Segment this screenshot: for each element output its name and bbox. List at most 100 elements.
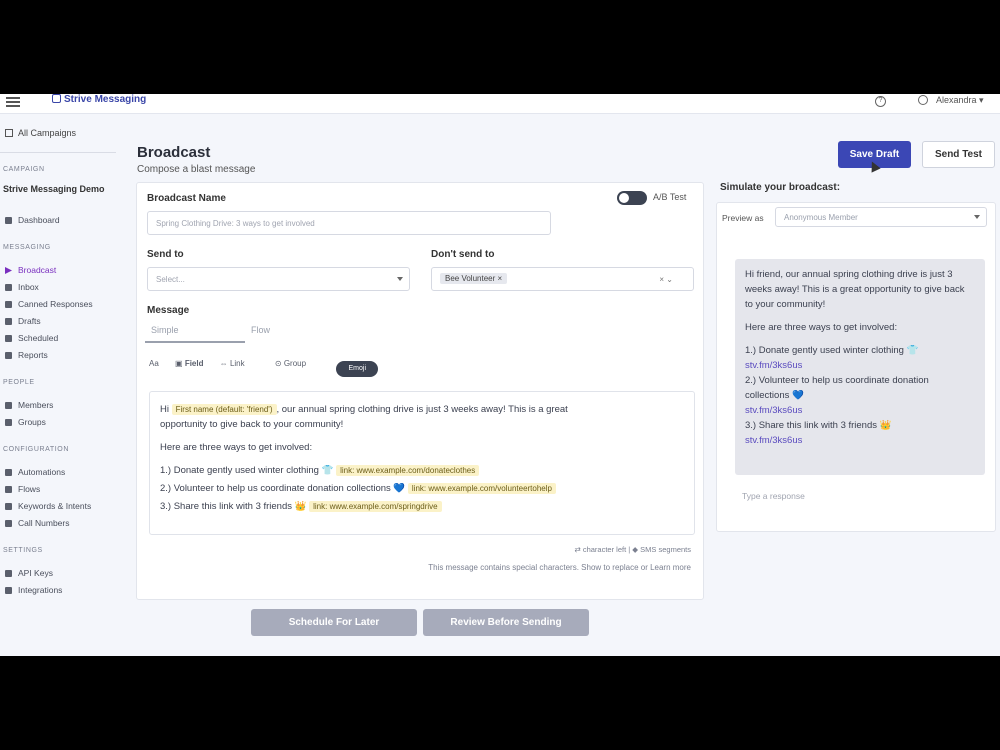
brand-icon (52, 94, 61, 103)
sidebar-item-label: Integrations (18, 585, 63, 595)
sidebar-item-label: Flows (18, 484, 41, 494)
field-button[interactable]: ▣ Field (175, 359, 203, 368)
message-line: 3.) Share this link with 3 friends 👑 lin… (160, 499, 684, 514)
ab-test-toggle[interactable] (617, 191, 647, 205)
preview-link[interactable]: stv.fm/3ks6us (745, 358, 975, 373)
simulate-title: Simulate your broadcast: (720, 182, 841, 193)
send-to-placeholder: Select... (156, 275, 185, 284)
hamburger-menu-icon[interactable] (6, 97, 20, 107)
canned-responses-icon (5, 301, 12, 308)
drafts-icon (5, 318, 12, 325)
active-tab-indicator (145, 341, 245, 343)
broadcast-form: Broadcast Name A/B Test Spring Clothing … (136, 182, 704, 600)
broadcast-name-input[interactable]: Spring Clothing Drive: 3 ways to get inv… (147, 211, 551, 235)
sidebar-item-api-keys[interactable]: API Keys (5, 568, 53, 578)
section-messaging: Messaging (3, 244, 51, 251)
clock-icon (5, 335, 12, 342)
top-bar: Strive Messaging ? Alexandra ▾ (0, 94, 1000, 114)
group-label: Group (283, 359, 307, 368)
user-name: Alexandra ▾ (936, 95, 984, 105)
sidebar-item-reports[interactable]: Reports (5, 350, 48, 360)
broadcast-name-label: Broadcast Name (147, 193, 226, 204)
exclusion-chip[interactable]: Bee Volunteer × (440, 273, 508, 284)
section-campaign: Campaign (3, 166, 45, 173)
merge-field-tag[interactable]: First name (default: 'friend') (171, 404, 277, 415)
dashboard-icon (5, 217, 12, 224)
message-tabs: Simple Flow (145, 321, 395, 343)
clear-icon[interactable]: × ⌄ (659, 275, 673, 284)
integrations-icon (5, 587, 12, 594)
phone-icon (5, 520, 12, 527)
dont-send-to-label: Don't send to (431, 249, 495, 260)
message-line: Here are three ways to get involved: (160, 442, 313, 453)
sidebar-item-drafts[interactable]: Drafts (5, 316, 41, 326)
sidebar-item-broadcast[interactable]: Broadcast (5, 265, 56, 275)
groups-icon (5, 419, 12, 426)
sidebar-item-label: Dashboard (18, 215, 60, 225)
all-campaigns-link[interactable]: All Campaigns (5, 128, 76, 138)
field-label: Field (184, 359, 204, 368)
sidebar-item-dashboard[interactable]: Dashboard (5, 215, 60, 225)
preview-item: 3.) Share this link with 3 friends 👑 (745, 420, 892, 431)
simulate-panel: Preview as Anonymous Member Hi friend, o… (716, 202, 996, 532)
send-to-label: Send to (147, 249, 184, 260)
brand-logo[interactable]: Strive Messaging (52, 94, 146, 105)
message-editor[interactable]: Hi First name (default: 'friend'), our a… (149, 391, 695, 535)
preview-as-value: Anonymous Member (784, 213, 858, 222)
preview-paragraph: Hi friend, our annual spring clothing dr… (745, 269, 965, 310)
preview-item: 1.) Donate gently used winter clothing 👕 (745, 345, 919, 356)
sidebar-item-label: Canned Responses (18, 299, 93, 309)
page-title: Broadcast (137, 144, 211, 161)
preview-paragraph: Here are three ways to get involved: (745, 322, 898, 333)
sidebar-item-members[interactable]: Members (5, 400, 53, 410)
preview-link[interactable]: stv.fm/3ks6us (745, 433, 975, 448)
user-menu[interactable]: Alexandra ▾ (918, 95, 984, 106)
link-tag[interactable]: link: www.example.com/volunteertohelp (407, 483, 556, 494)
campaign-name: Strive Messaging Demo (3, 184, 105, 194)
ab-test-label: A/B Test (653, 192, 687, 202)
preview-as-select[interactable]: Anonymous Member (775, 207, 987, 227)
preview-as-label: Preview as (722, 213, 764, 223)
dont-send-to-select[interactable]: Bee Volunteer × × ⌄ (431, 267, 694, 291)
link-button[interactable]: ⇔ Link (220, 359, 259, 368)
message-line: 2.) Volunteer to help us coordinate dona… (160, 481, 684, 496)
schedule-for-later-button[interactable]: Schedule For Later (251, 609, 417, 636)
emoji-toggle[interactable]: Emoji (336, 361, 379, 377)
sidebar-item-integrations[interactable]: Integrations (5, 585, 62, 595)
tab-simple[interactable]: Simple (151, 325, 179, 335)
sidebar-item-label: Automations (18, 467, 66, 477)
sidebar-item-label: Inbox (18, 282, 39, 292)
link-tag[interactable]: link: www.example.com/springdrive (309, 501, 442, 512)
brand-name: Strive Messaging (64, 94, 147, 105)
sidebar-item-keywords[interactable]: Keywords & Intents (5, 501, 91, 511)
tab-flow[interactable]: Flow (251, 325, 270, 335)
compose-response-input[interactable]: Type a response (742, 491, 805, 501)
text-format-button[interactable]: Aa (149, 359, 159, 368)
send-test-button[interactable]: Send Test (922, 141, 995, 168)
sidebar-item-inbox[interactable]: Inbox (5, 282, 39, 292)
preview-link[interactable]: stv.fm/3ks6us (745, 403, 975, 418)
group-button[interactable]: ⊙ Group (275, 359, 320, 368)
app-window: Strive Messaging ? Alexandra ▾ All Campa… (0, 94, 1000, 656)
sidebar-item-canned-responses[interactable]: Canned Responses (5, 299, 93, 309)
link-tag[interactable]: link: www.example.com/donateclothes (336, 465, 480, 476)
keywords-icon (5, 503, 12, 510)
sidebar-item-label: Drafts (18, 316, 41, 326)
message-text: 1.) Donate gently used winter clothing 👕 (160, 465, 337, 476)
help-icon[interactable]: ? (875, 96, 886, 107)
sidebar-item-call-numbers[interactable]: Call Numbers (5, 518, 70, 528)
sidebar-item-flows[interactable]: Flows (5, 484, 40, 494)
send-to-select[interactable]: Select... (147, 267, 410, 291)
key-icon (5, 570, 12, 577)
message-line: 1.) Donate gently used winter clothing 👕… (160, 463, 684, 478)
message-text: opportunity to give back to your communi… (160, 419, 344, 430)
sidebar-item-scheduled[interactable]: Scheduled (5, 333, 58, 343)
sidebar: All Campaigns Campaign Strive Messaging … (0, 114, 118, 656)
sidebar-item-automations[interactable]: Automations (5, 467, 65, 477)
character-count: ⇄ character left | ◆ SMS segments (574, 545, 691, 554)
divider (0, 152, 116, 153)
message-toolbar: Aa ▣ Field ⇔ Link ⊙ Group Emoji (149, 359, 392, 377)
sidebar-item-groups[interactable]: Groups (5, 417, 46, 427)
review-before-sending-button[interactable]: Review Before Sending (423, 609, 589, 636)
page-subtitle: Compose a blast message (137, 164, 256, 175)
